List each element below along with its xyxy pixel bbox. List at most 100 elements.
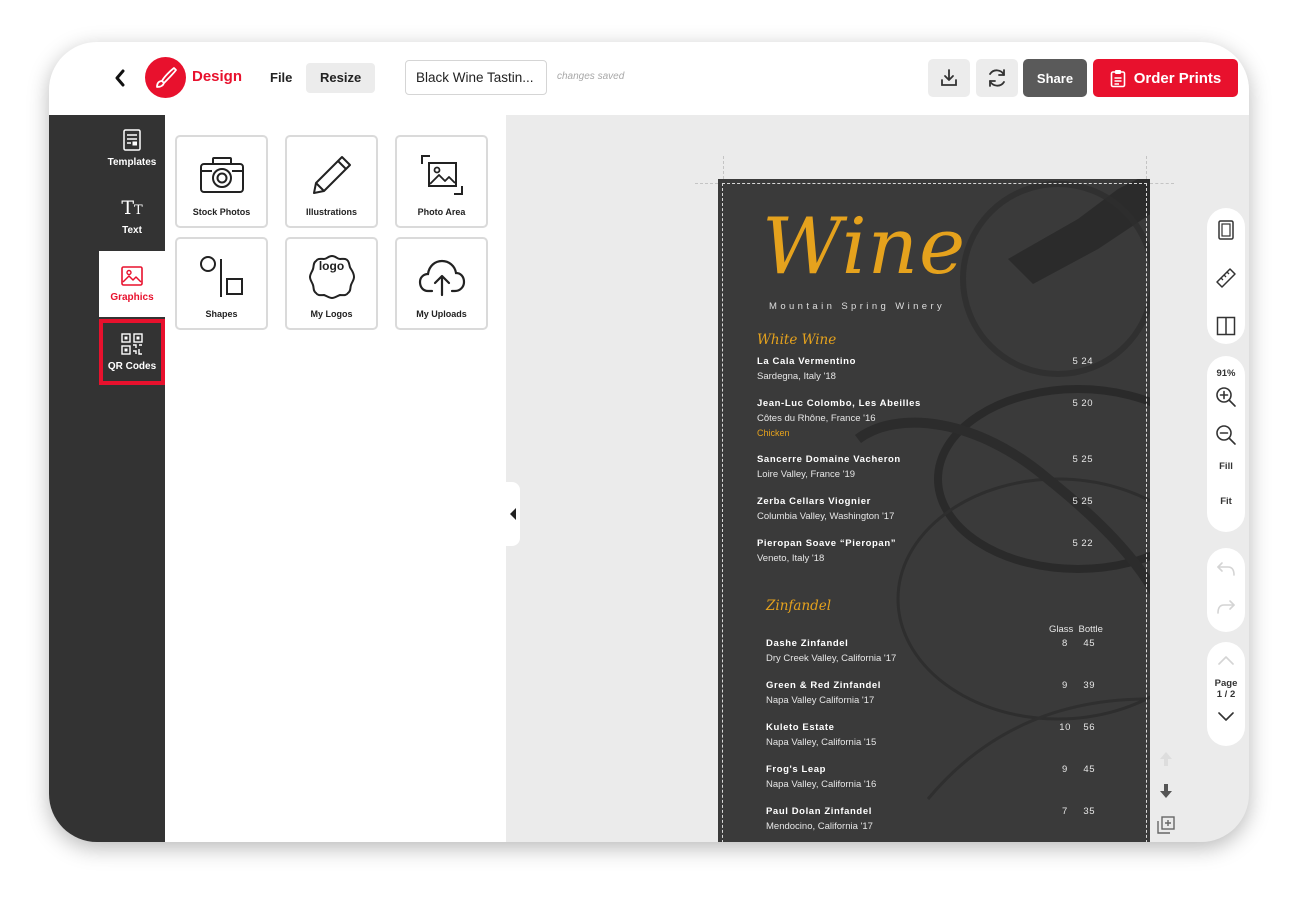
page-view-button[interactable] — [1207, 211, 1245, 249]
wine-price: 9 39 — [1061, 680, 1095, 691]
sidebar-label-graphics: Graphics — [110, 291, 154, 303]
wine-name: Sancerre Domaine Vacheron — [757, 454, 901, 465]
wine-item[interactable]: Frog's Leap Napa Valley, California '16 … — [766, 764, 1097, 790]
order-prints-button[interactable]: Order Prints — [1093, 59, 1238, 97]
wine-name: Kuleto Estate — [766, 722, 835, 733]
wine-item[interactable]: Jean-Luc Colombo, Les Abeilles Côtes du … — [757, 398, 1097, 438]
tile-shapes[interactable]: Shapes — [175, 237, 268, 330]
fit-button[interactable]: Fit — [1207, 496, 1245, 507]
wine-pairing-note: Chicken — [757, 428, 790, 438]
tile-stock-photos[interactable]: Stock Photos — [175, 135, 268, 228]
sidebar-label-qr-codes: QR Codes — [107, 360, 157, 372]
redo-icon — [1217, 600, 1235, 614]
wine-price: 5 25 — [1072, 454, 1093, 465]
back-button[interactable] — [109, 66, 131, 90]
sidebar-item-graphics[interactable]: Graphics — [99, 251, 165, 317]
wine-origin: Loire Valley, France '19 — [757, 469, 856, 480]
tile-label-my-logos: My Logos — [310, 309, 353, 319]
zoom-in-icon — [1216, 387, 1236, 407]
wine-price: 5 24 — [1072, 356, 1093, 367]
add-page-button[interactable] — [1155, 814, 1177, 836]
file-menu[interactable]: File — [261, 63, 301, 93]
sidebar-item-qr-codes[interactable]: QR Codes — [99, 319, 165, 385]
price-column-header[interactable]: Glass Bottle — [1049, 624, 1103, 635]
share-button[interactable]: Share — [1023, 59, 1087, 97]
camera-icon — [199, 157, 244, 193]
zoom-tools-group: 91% Fill Fit — [1207, 356, 1245, 532]
qr-code-icon — [121, 332, 143, 355]
tile-illustrations[interactable]: Illustrations — [285, 135, 378, 228]
crop-guide — [723, 156, 724, 179]
document-title-field[interactable]: Black Wine Tastin... — [405, 60, 547, 95]
crop-guide — [695, 183, 718, 184]
wine-name: Pieropan Soave “Pieropan” — [757, 538, 897, 549]
app-name: Design — [192, 68, 243, 85]
undo-button[interactable] — [1207, 550, 1245, 588]
zoom-in-button[interactable] — [1207, 379, 1245, 415]
zoom-out-icon — [1216, 425, 1236, 445]
columns-icon — [1216, 316, 1236, 336]
wine-name: Zerba Cellars Viognier — [757, 496, 871, 507]
chevron-down-icon — [1218, 712, 1234, 721]
brush-logo-icon[interactable] — [145, 57, 186, 98]
wine-origin: Sardegna, Italy '18 — [757, 371, 836, 382]
section-heading-zinfandel[interactable]: Zinfandel — [766, 598, 831, 614]
page-indicator: 1 / 2 — [1216, 689, 1236, 700]
sidebar-item-templates[interactable]: Templates — [99, 115, 165, 181]
chevron-left-icon — [115, 69, 125, 87]
undo-icon — [1217, 562, 1235, 576]
view-tools-group — [1207, 208, 1245, 344]
wine-origin: Dry Creek Valley, California '17 — [766, 653, 897, 664]
upload-cloud-icon — [418, 259, 465, 297]
sidebar-item-text[interactable]: TT Text — [99, 183, 165, 249]
section-heading-white-wine[interactable]: White Wine — [757, 332, 836, 348]
move-page-up-button[interactable] — [1155, 748, 1177, 770]
photo-area-icon — [420, 155, 463, 195]
tile-my-uploads[interactable]: My Uploads — [395, 237, 488, 330]
wine-origin: Mendocino, California '17 — [766, 821, 873, 832]
wine-item[interactable]: Dashe Zinfandel Dry Creek Valley, Califo… — [766, 638, 1097, 664]
wine-item[interactable]: Green & Red Zinfandel Napa Valley Califo… — [766, 680, 1097, 706]
redo-button[interactable] — [1207, 588, 1245, 626]
crop-guide — [1146, 156, 1147, 179]
tile-my-logos[interactable]: logo My Logos — [285, 237, 378, 330]
text-icon: TT — [121, 196, 143, 219]
templates-icon — [123, 128, 141, 151]
sync-button[interactable] — [976, 59, 1018, 97]
top-bar: Design File Resize Black Wine Tastin... … — [49, 42, 1249, 115]
move-page-down-button[interactable] — [1155, 780, 1177, 802]
tile-label-illustrations: Illustrations — [305, 207, 357, 217]
wine-item[interactable]: Zerba Cellars Viognier Columbia Valley, … — [757, 496, 1097, 522]
wine-item[interactable]: Pieropan Soave “Pieropan” Veneto, Italy … — [757, 538, 1097, 564]
arrow-down-icon — [1160, 784, 1172, 798]
collapse-panel-button[interactable] — [506, 482, 520, 546]
ruler-button[interactable] — [1207, 259, 1245, 297]
tile-photo-area[interactable]: Photo Area — [395, 135, 488, 228]
page-nav-group: Page 1 / 2 — [1207, 642, 1245, 746]
menu-title[interactable]: Wine — [762, 202, 966, 292]
wine-item[interactable]: La Cala Vermentino Sardegna, Italy '18 5… — [757, 356, 1097, 382]
wine-item[interactable]: Paul Dolan Zinfandel Mendocino, Californ… — [766, 806, 1097, 832]
wine-item[interactable]: Sancerre Domaine Vacheron Loire Valley, … — [757, 454, 1097, 480]
fill-button[interactable]: Fill — [1207, 461, 1245, 472]
wine-price: 7 35 — [1061, 806, 1095, 817]
next-page-button[interactable] — [1207, 700, 1245, 734]
split-view-button[interactable] — [1207, 307, 1245, 345]
previous-page-button[interactable] — [1207, 642, 1245, 678]
ruler-icon — [1216, 268, 1236, 288]
left-sidebar: Templates TT Text Graphics QR Codes — [49, 115, 165, 842]
tile-label-stock-photos: Stock Photos — [192, 207, 251, 217]
resize-button[interactable]: Resize — [306, 63, 376, 93]
sidebar-label-text: Text — [122, 224, 142, 236]
zoom-level: 91% — [1216, 368, 1236, 379]
menu-subtitle[interactable]: Mountain Spring Winery — [769, 301, 945, 312]
arrow-up-icon — [1160, 752, 1172, 766]
zoom-out-button[interactable] — [1207, 415, 1245, 455]
logo-text: logo — [318, 259, 345, 273]
add-page-icon — [1157, 816, 1175, 834]
wine-name: Dashe Zinfandel — [766, 638, 849, 649]
wine-origin: Columbia Valley, Washington '17 — [757, 511, 895, 522]
wine-item[interactable]: Kuleto Estate Napa Valley, California '1… — [766, 722, 1097, 748]
tile-label-my-uploads: My Uploads — [416, 309, 467, 319]
download-button[interactable] — [928, 59, 970, 97]
